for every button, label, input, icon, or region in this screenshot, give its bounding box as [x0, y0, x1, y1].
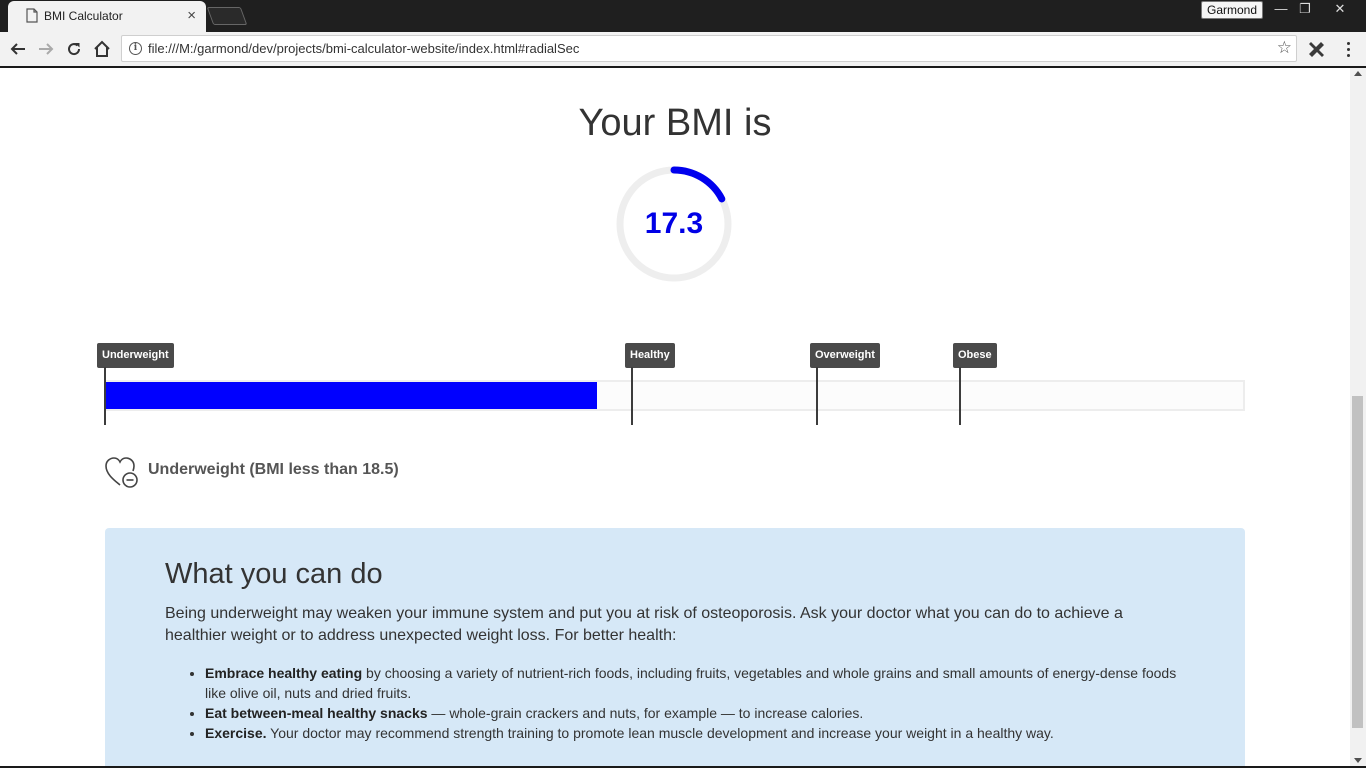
advice-item-text: Your doctor may recommend strength train…	[266, 725, 1054, 741]
scale-tick-obese	[959, 367, 961, 425]
advice-item: Embrace healthy eating by choosing a var…	[205, 663, 1195, 703]
scrollbar-thumb[interactable]	[1352, 396, 1363, 728]
bookmark-star-icon[interactable]: ☆	[1277, 38, 1292, 58]
bmi-heading: Your BMI is	[578, 102, 772, 144]
bmi-progress-fill	[106, 382, 597, 409]
scale-tick-overweight	[816, 367, 818, 425]
heart-minus-icon	[105, 457, 138, 488]
scroll-down-arrow-icon[interactable]	[1354, 758, 1362, 763]
maximize-button[interactable]: ❐	[1294, 0, 1316, 18]
scale-label-obese: Obese	[953, 343, 997, 368]
browser-menu-icon[interactable]	[1340, 38, 1356, 60]
home-button[interactable]	[89, 36, 115, 62]
info-icon[interactable]: i	[129, 42, 142, 55]
reload-icon	[68, 43, 81, 56]
advice-panel: What you can do Being underweight may we…	[105, 528, 1245, 766]
advice-item: Eat between-meal healthy snacks — whole-…	[205, 703, 1195, 723]
scale-label-healthy: Healthy	[625, 343, 675, 368]
minimize-button[interactable]: —	[1270, 0, 1292, 18]
scroll-up-arrow-icon[interactable]	[1354, 71, 1362, 76]
browser-toolbar: i file:///M:/garmond/dev/projects/bmi-ca…	[0, 32, 1366, 66]
advice-title: What you can do	[165, 558, 383, 590]
advice-item: Exercise. Your doctor may recommend stre…	[205, 723, 1195, 743]
advice-list: Embrace healthy eating by choosing a var…	[205, 663, 1195, 743]
bmi-progress-bar	[104, 380, 1245, 411]
advice-item-text: — whole-grain crackers and nuts, for exa…	[427, 705, 864, 721]
scale-label-underweight: Underweight	[97, 343, 174, 368]
bmi-category-text: Underweight (BMI less than 18.5)	[148, 461, 399, 478]
back-arrow-icon	[10, 43, 25, 55]
close-window-button[interactable]: ✕	[1318, 0, 1362, 18]
browser-titlebar: BMI Calculator × Garmond — ❐ ✕	[0, 0, 1366, 32]
scale-label-overweight: Overweight	[810, 343, 880, 368]
reload-button[interactable]	[61, 36, 87, 62]
browser-tab[interactable]: BMI Calculator ×	[8, 1, 206, 32]
profile-button[interactable]: Garmond	[1201, 1, 1263, 19]
tab-close-icon[interactable]: ×	[187, 7, 196, 25]
address-bar[interactable]: i file:///M:/garmond/dev/projects/bmi-ca…	[121, 35, 1297, 62]
document-icon	[26, 8, 38, 23]
page-viewport: Your BMI is 17.3 Underweight Healthy Ove…	[0, 68, 1350, 766]
scale-tick-healthy	[631, 367, 633, 425]
extension-icon[interactable]	[1305, 38, 1327, 60]
back-button[interactable]	[5, 36, 31, 62]
advice-item-bold: Exercise.	[205, 725, 267, 741]
scale-tick-underweight	[104, 367, 106, 425]
page-scrollbar[interactable]	[1350, 68, 1366, 766]
tab-title: BMI Calculator	[44, 9, 123, 23]
forward-button[interactable]	[33, 36, 59, 62]
new-tab-button[interactable]	[206, 7, 248, 25]
advice-item-bold: Embrace healthy eating	[205, 665, 363, 681]
advice-intro: Being underweight may weaken your immune…	[165, 605, 1123, 644]
home-icon	[94, 40, 110, 57]
bmi-value: 17.3	[644, 207, 704, 240]
advice-item-bold: Eat between-meal healthy snacks	[205, 705, 428, 721]
url-text[interactable]: file:///M:/garmond/dev/projects/bmi-calc…	[148, 41, 579, 56]
forward-arrow-icon	[39, 43, 54, 55]
